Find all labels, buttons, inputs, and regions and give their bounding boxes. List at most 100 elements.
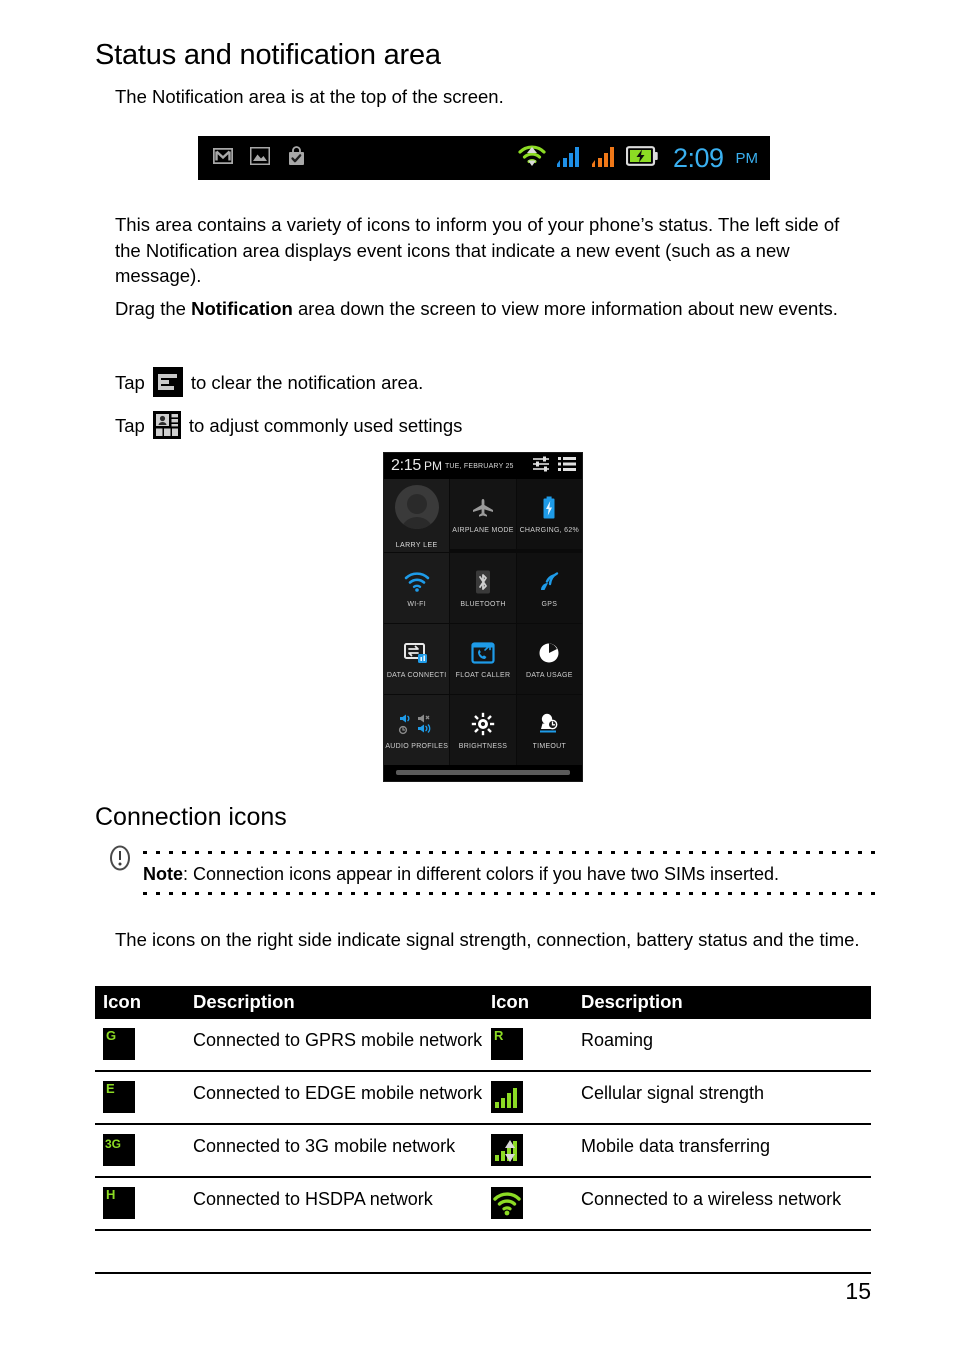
gprs-icon-letter: G xyxy=(106,1028,117,1043)
status-bar-figure: 2:09 PM xyxy=(198,136,770,180)
footer-rule xyxy=(95,1272,871,1274)
quick-settings-header-icons xyxy=(532,456,576,477)
gprs-icon: G xyxy=(103,1028,135,1060)
signal-strength-icon xyxy=(490,1081,523,1113)
quick-settings-tile-label: DATA CONNECTI xyxy=(386,671,447,679)
note-callout: Note: Connection icons appear in differe… xyxy=(103,845,875,895)
paragraph-status-icons: This area contains a variety of icons to… xyxy=(115,214,840,286)
quick-settings-tile-label: AIRPLANE MODE xyxy=(452,526,514,534)
connection-icons-table: Icon Description Icon Description G Conn… xyxy=(95,986,871,1231)
quick-settings-tile-timeout[interactable]: TIMEOUT xyxy=(516,695,582,765)
page-title: Status and notification area xyxy=(95,39,441,71)
quick-settings-tile-label: FLOAT CALLER xyxy=(455,671,511,679)
page-number: 15 xyxy=(845,1278,871,1304)
note-label: Note xyxy=(143,864,183,884)
cell-description-3g: Connected to 3G mobile network xyxy=(184,1124,483,1178)
tap-settings-description: to adjust commonly used settings xyxy=(188,414,463,436)
quick-settings-tile-gps[interactable]: GPS xyxy=(516,553,582,623)
brightness-icon xyxy=(471,711,495,737)
gallery-icon xyxy=(249,146,271,170)
document-page: Status and notification area The Notific… xyxy=(0,0,954,1352)
tap-settings-line: Tap to adjust commonly used settings xyxy=(115,411,462,439)
quick-settings-tile-brightness[interactable]: BRIGHTNESS xyxy=(450,695,516,765)
timeout-icon xyxy=(536,711,562,737)
quick-settings-tile-label: AUDIO PROFILES xyxy=(385,742,449,750)
cell-description-gprs: Connected to GPRS mobile network xyxy=(184,1019,483,1072)
cell-icon-edge: E xyxy=(95,1071,185,1125)
cell-description-hsdpa: Connected to HSDPA network xyxy=(184,1177,483,1231)
quick-settings-tile-charging[interactable]: CHARGING, 62% xyxy=(516,479,582,549)
column-header-description-left: Description xyxy=(184,986,483,1019)
user-avatar-icon xyxy=(394,485,439,529)
battery-charging-icon xyxy=(542,495,556,521)
quick-settings-tile-bluetooth[interactable]: BLUETOOTH xyxy=(450,553,516,623)
hsdpa-icon-letter: H xyxy=(106,1187,116,1202)
cell-description-roaming: Roaming xyxy=(572,1019,871,1072)
quick-settings-tile-data-usage[interactable]: DATA USAGE xyxy=(516,624,582,694)
gmail-icon xyxy=(212,146,234,169)
quick-settings-tile-data-connection[interactable]: DATA CONNECTI xyxy=(384,624,450,694)
quick-settings-tile-label: TIMEOUT xyxy=(532,742,567,750)
3g-icon-letter: 3G xyxy=(105,1137,122,1151)
audio-profiles-icon xyxy=(398,711,436,737)
note-top-rule xyxy=(143,851,875,854)
signal-sim2-icon xyxy=(591,144,617,173)
airplane-icon xyxy=(472,495,494,521)
intro-paragraph: The Notification area is at the top of t… xyxy=(115,86,504,107)
gps-icon xyxy=(537,569,561,595)
section-title-connection-icons: Connection icons xyxy=(95,803,287,831)
quick-settings-tile-audio-profiles[interactable]: AUDIO PROFILES xyxy=(384,695,450,765)
cell-icon-wifi-connected xyxy=(482,1177,573,1231)
quick-settings-drag-handle[interactable] xyxy=(384,765,582,779)
tap-label-settings: Tap xyxy=(115,414,145,436)
table-row: 3G Connected to 3G mobile network Mobile… xyxy=(95,1124,871,1178)
quick-settings-ampm: PM xyxy=(423,459,442,473)
data-transfer-icon xyxy=(490,1134,523,1166)
quick-settings-tile-label: GPS xyxy=(541,600,558,608)
roaming-icon-letter: R xyxy=(493,1028,504,1043)
quick-settings-tile-user[interactable]: LARRY LEE xyxy=(384,479,450,552)
quick-settings-tile-label: BLUETOOTH xyxy=(460,600,506,608)
cell-description-wifi-connected: Connected to a wireless network xyxy=(572,1177,871,1231)
table-row: G Connected to GPRS mobile network R Roa… xyxy=(95,1019,871,1072)
cell-description-data-transfer: Mobile data transferring xyxy=(572,1124,871,1178)
float-caller-icon xyxy=(471,640,495,666)
edge-icon: E xyxy=(103,1081,135,1113)
quick-settings-grid-icon xyxy=(152,411,181,439)
status-bar-ampm: PM xyxy=(735,149,759,167)
quick-settings-grid: LARRY LEE AIRPLANE MODE CHARGING, 62% WI… xyxy=(384,479,582,765)
table-header-row: Icon Description Icon Description xyxy=(95,986,871,1019)
notification-bold-term: Notification xyxy=(191,298,293,319)
hsdpa-icon: H xyxy=(103,1187,135,1219)
note-exclamation-icon xyxy=(107,843,133,873)
wifi-icon xyxy=(404,569,430,595)
quick-settings-tile-airplane-mode[interactable]: AIRPLANE MODE xyxy=(450,479,516,549)
status-bar-system-icons: 2:09 PM xyxy=(517,143,758,174)
clear-notifications-icon xyxy=(152,367,183,397)
cell-icon-gprs: G xyxy=(95,1019,185,1072)
quick-settings-time: 2:15 xyxy=(391,457,421,474)
status-bar-notification-icons xyxy=(212,145,306,171)
signal-sim1-icon xyxy=(556,144,582,173)
bluetooth-icon xyxy=(475,569,491,595)
quick-settings-tile-wifi[interactable]: WI-FI xyxy=(384,553,450,623)
column-header-icon-right: Icon xyxy=(482,986,573,1019)
cell-description-edge: Connected to EDGE mobile network xyxy=(184,1071,483,1125)
quick-settings-tile-label: LARRY LEE xyxy=(395,542,438,549)
notification-list-icon[interactable] xyxy=(558,456,576,477)
cell-icon-signal-strength xyxy=(482,1071,573,1125)
cell-description-signal-strength: Cellular signal strength xyxy=(572,1071,871,1125)
settings-sliders-icon[interactable] xyxy=(532,456,550,477)
tap-clear-line: Tap to clear the notification area. xyxy=(115,367,423,397)
cell-icon-3g: 3G xyxy=(95,1124,185,1178)
note-bottom-rule xyxy=(143,892,875,895)
quick-settings-tile-label: BRIGHTNESS xyxy=(458,742,508,750)
3g-icon: 3G xyxy=(103,1134,135,1166)
quick-settings-tile-float-caller[interactable]: FLOAT CALLER xyxy=(450,624,516,694)
data-connection-icon xyxy=(403,640,430,666)
column-header-description-right: Description xyxy=(572,986,871,1019)
note-body: : Connection icons appear in different c… xyxy=(183,864,779,884)
drag-suffix: area down the screen to view more inform… xyxy=(292,298,838,319)
edge-icon-letter: E xyxy=(106,1081,115,1096)
roaming-icon: R xyxy=(490,1028,523,1060)
